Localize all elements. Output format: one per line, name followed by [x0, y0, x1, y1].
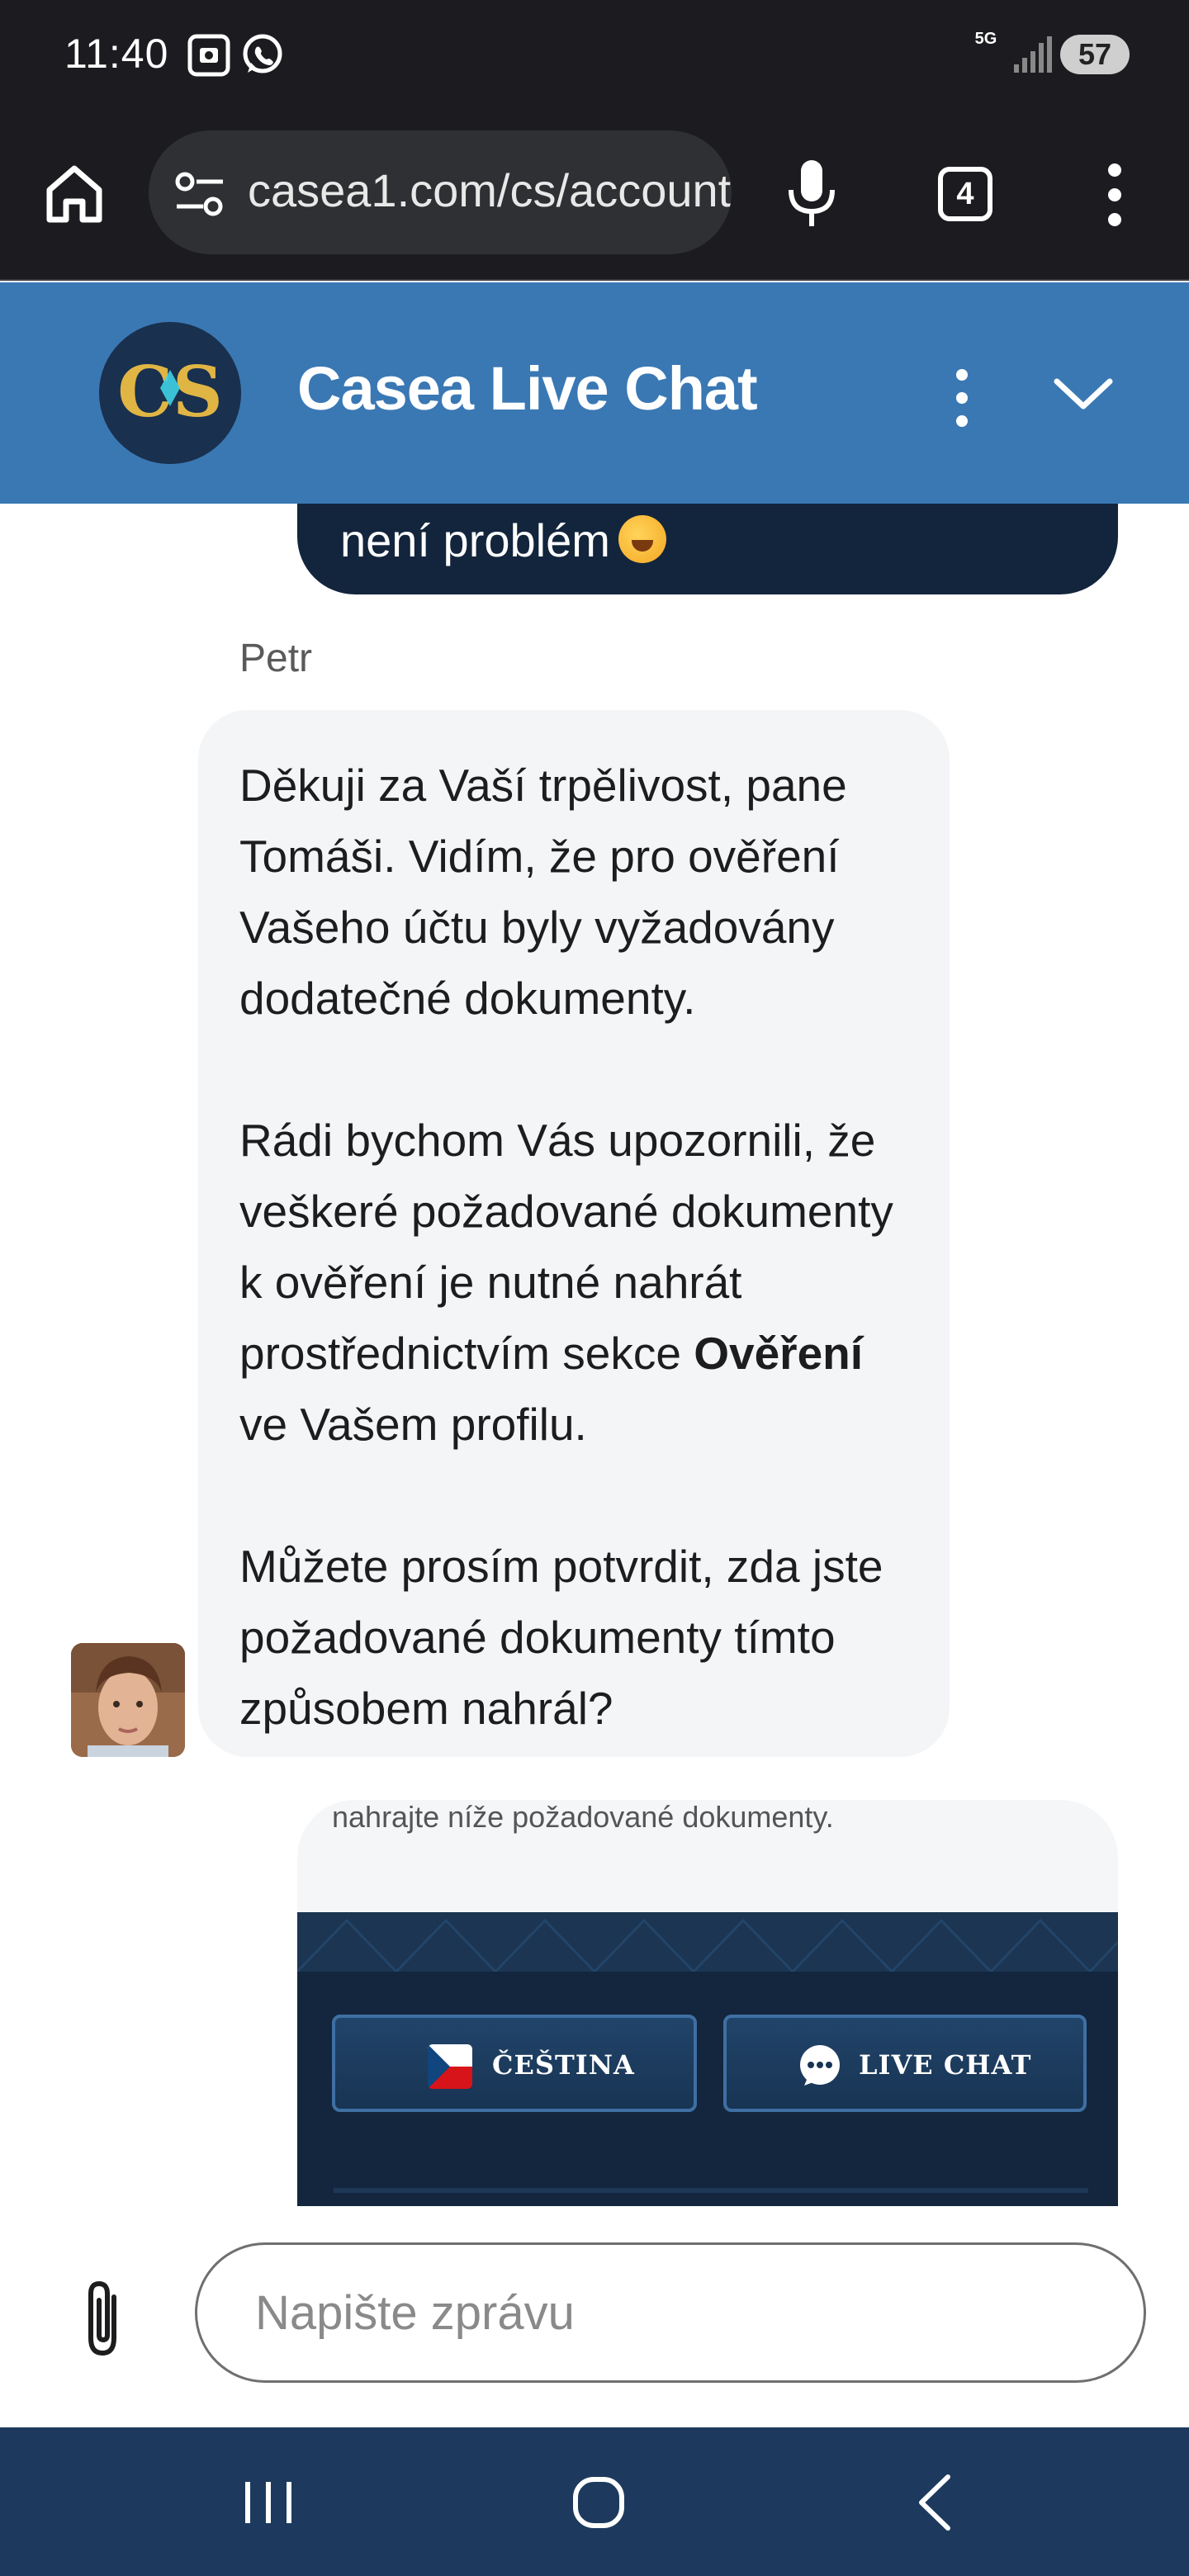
browser-toolbar: casea1.com/cs/account 4 — [0, 112, 1189, 281]
network-label: 5G — [974, 30, 997, 48]
recent-apps-icon[interactable] — [231, 2465, 306, 2540]
message-input[interactable] — [195, 2242, 1146, 2383]
chat-bubble-icon — [800, 2045, 840, 2086]
screenshot-icon — [187, 34, 230, 77]
czech-flag-icon — [428, 2044, 472, 2089]
live-chat-button-label: LIVE CHAT — [859, 2049, 1032, 2081]
live-chat-button[interactable]: LIVE CHAT — [723, 2015, 1087, 2112]
tab-switcher-button[interactable]: 4 — [938, 167, 992, 221]
card-divider — [334, 2188, 1088, 2193]
url-text: casea1.com/cs/account — [248, 164, 732, 216]
message-paragraph: Rádi bychom Vás upozornili, že veškeré p… — [239, 1115, 893, 1450]
outgoing-card-message: nahrajte níže požadované dokumenty. ČEŠT… — [297, 1800, 1118, 2206]
chat-options-icon[interactable] — [950, 365, 974, 431]
home-button-icon[interactable] — [561, 2465, 636, 2540]
message-paragraph: Děkuji za Vaší trpělivost, pane Tomáši. … — [239, 760, 847, 1024]
message-composer — [0, 2206, 1189, 2427]
signal-icon — [1014, 36, 1052, 73]
language-button-label: ČEŠTINA — [492, 2049, 635, 2081]
address-bar[interactable]: casea1.com/cs/account — [149, 130, 732, 254]
message-list[interactable]: není problém Petr Děkuji za Vaší trpěliv… — [0, 504, 1189, 2206]
agent-avatar — [71, 1643, 185, 1757]
card-pattern — [297, 1912, 1118, 1972]
chat-header: CS Casea Live Chat — [0, 282, 1189, 504]
status-time: 11:40 — [64, 31, 169, 77]
verification-emphasis: Ověření — [694, 1328, 864, 1379]
microphone-icon[interactable] — [783, 157, 841, 230]
battery-indicator: 57 — [1060, 35, 1130, 74]
back-icon[interactable] — [900, 2465, 974, 2540]
laughing-emoji-icon — [618, 515, 666, 563]
chevron-down-icon[interactable] — [1050, 370, 1116, 419]
whatsapp-icon — [243, 34, 282, 73]
outgoing-message-text: není problém — [340, 514, 610, 566]
browser-menu-icon[interactable] — [1100, 162, 1130, 228]
system-navigation-bar — [0, 2427, 1189, 2576]
casea-logo: CS — [99, 322, 241, 464]
outgoing-message-bubble: není problém — [297, 504, 1118, 594]
chat-title: Casea Live Chat — [297, 354, 758, 423]
card-site-preview: ČEŠTINA LIVE CHAT — [297, 1912, 1118, 2206]
status-bar: 11:40 5G 57 — [0, 0, 1189, 112]
message-paragraph: Můžete prosím potvrdit, zda jste požadov… — [239, 1541, 883, 1734]
incoming-message-bubble: Děkuji za Vaší trpělivost, pane Tomáši. … — [198, 710, 950, 1757]
sender-name: Petr — [239, 637, 313, 680]
home-icon[interactable] — [41, 160, 107, 226]
language-button[interactable]: ČEŠTINA — [332, 2015, 697, 2112]
card-caption: nahrajte níže požadované dokumenty. — [332, 1800, 834, 1834]
site-settings-icon[interactable] — [173, 172, 226, 218]
paperclip-icon[interactable] — [79, 2277, 129, 2360]
